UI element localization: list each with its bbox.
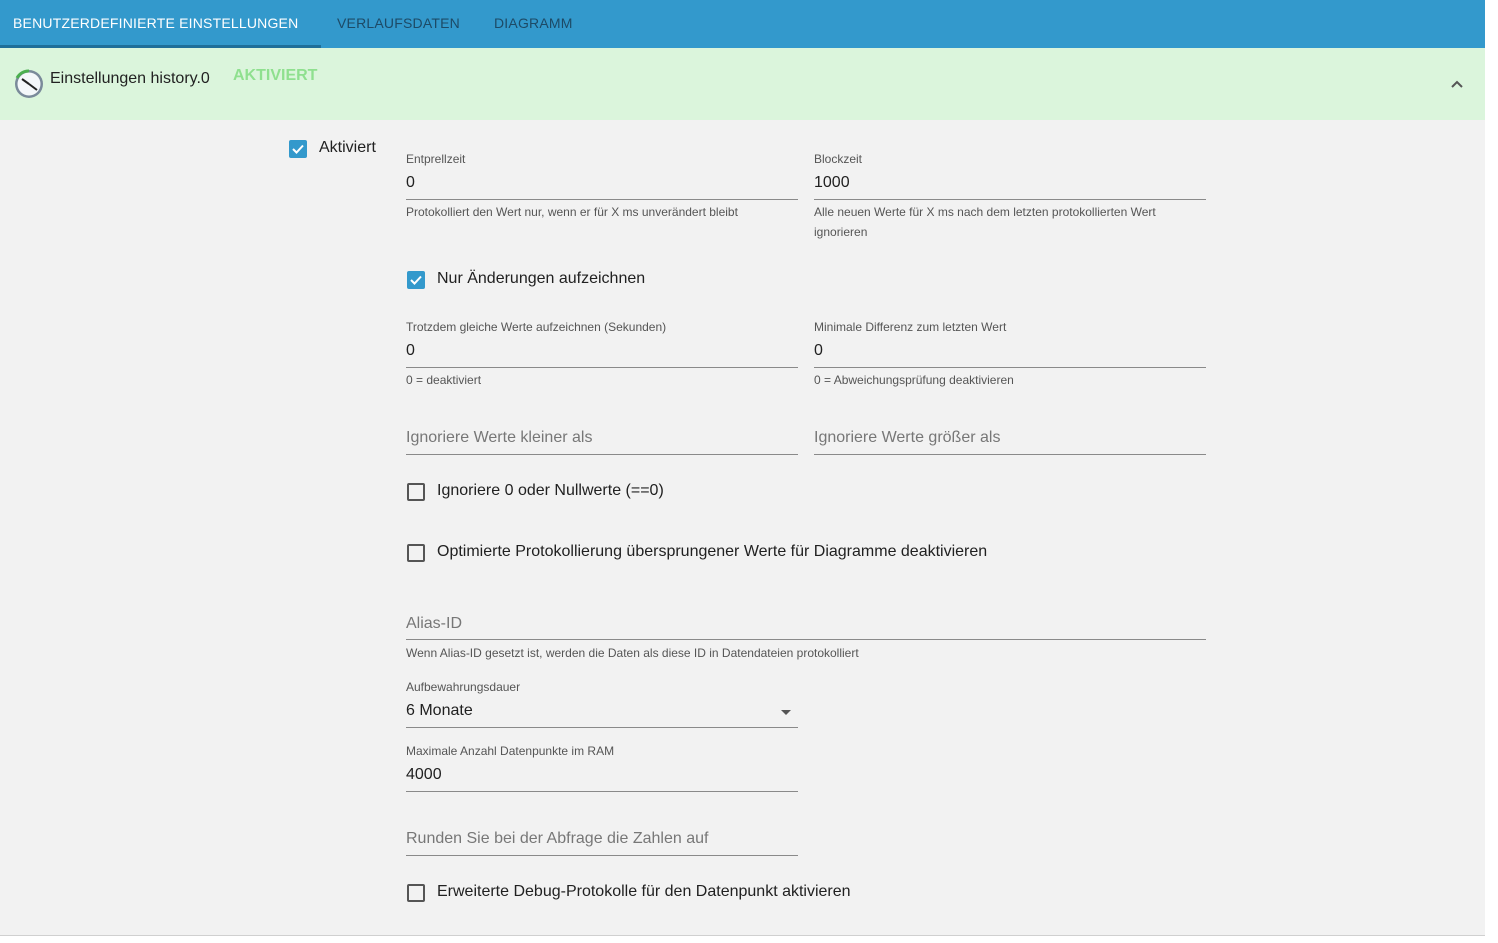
ignore-above-underline bbox=[814, 454, 1206, 455]
debug-label: Erweiterte Debug-Protokolle für den Date… bbox=[437, 883, 851, 900]
debounce-underline bbox=[406, 199, 798, 200]
blocktime-help: Alle neuen Werte für X ms nach dem letzt… bbox=[814, 205, 1156, 239]
blocktime-underline bbox=[814, 199, 1206, 200]
ignore-below-input[interactable]: Ignoriere Werte kleiner als bbox=[406, 429, 592, 447]
ignore-zero-label: Ignoriere 0 oder Nullwerte (==0) bbox=[437, 482, 664, 499]
history-adapter-icon bbox=[13, 68, 45, 100]
changes-relog-input[interactable]: 0 bbox=[406, 342, 415, 360]
min-diff-help: 0 = Abweichungsprüfung deaktivieren bbox=[814, 373, 1014, 387]
min-diff-label: Minimale Differenz zum letzten Wert bbox=[814, 320, 1007, 334]
enabled-label: Aktiviert bbox=[319, 139, 376, 156]
chevron-up-icon[interactable] bbox=[1447, 74, 1467, 94]
enabled-checkbox[interactable] bbox=[289, 140, 307, 158]
blocktime-label: Blockzeit bbox=[814, 152, 863, 166]
round-input[interactable]: Runden Sie bei der Abfrage die Zahlen au… bbox=[406, 830, 708, 848]
min-diff-input[interactable]: 0 bbox=[814, 342, 823, 360]
alias-id-underline bbox=[406, 639, 1206, 640]
chevron-down-icon[interactable] bbox=[781, 710, 791, 715]
alias-id-input[interactable]: Alias-ID bbox=[406, 615, 462, 633]
blocktime-input[interactable]: 1000 bbox=[814, 174, 850, 192]
retention-select[interactable]: 6 Monate bbox=[406, 702, 473, 720]
changes-only-checkbox[interactable] bbox=[407, 271, 425, 289]
tab-history-data[interactable]: VERLAUFSDATEN bbox=[337, 0, 460, 48]
debounce-input[interactable]: 0 bbox=[406, 174, 415, 192]
debug-checkbox[interactable] bbox=[407, 884, 425, 902]
max-length-label: Maximale Anzahl Datenpunkte im RAM bbox=[406, 744, 615, 758]
status-badge: AKTIVIERT bbox=[233, 67, 318, 84]
changes-relog-help: 0 = deaktiviert bbox=[406, 373, 482, 387]
ignore-above-input[interactable]: Ignoriere Werte größer als bbox=[814, 429, 1000, 447]
min-diff-underline bbox=[814, 367, 1206, 368]
ignore-zero-checkbox[interactable] bbox=[407, 483, 425, 501]
debounce-label: Entprellzeit bbox=[406, 152, 466, 166]
retention-underline bbox=[406, 727, 798, 728]
round-underline bbox=[406, 855, 798, 856]
max-length-input[interactable]: 4000 bbox=[406, 766, 442, 784]
settings-panel bbox=[0, 0, 1485, 936]
alias-id-help: Wenn Alias-ID gesetzt ist, werden die Da… bbox=[406, 646, 859, 660]
tab-chart[interactable]: DIAGRAMM bbox=[494, 0, 573, 48]
changes-relog-underline bbox=[406, 367, 798, 368]
adapter-title: Einstellungen history.0 bbox=[50, 70, 210, 87]
debounce-help: Protokolliert den Wert nur, wenn er für … bbox=[406, 205, 738, 219]
retention-label: Aufbewahrungsdauer bbox=[406, 680, 521, 694]
ignore-below-underline bbox=[406, 454, 798, 455]
changes-relog-label: Trotzdem gleiche Werte aufzeichnen (Seku… bbox=[406, 320, 667, 334]
disable-skipped-checkbox[interactable] bbox=[407, 544, 425, 562]
disable-skipped-label: Optimierte Protokollierung übersprungene… bbox=[437, 543, 988, 560]
tab-custom-settings[interactable]: BENUTZERDEFINIERTE EINSTELLUNGEN bbox=[13, 0, 298, 48]
changes-only-label: Nur Änderungen aufzeichnen bbox=[437, 270, 646, 287]
max-length-underline bbox=[406, 791, 798, 792]
adapter-header bbox=[0, 48, 1485, 120]
